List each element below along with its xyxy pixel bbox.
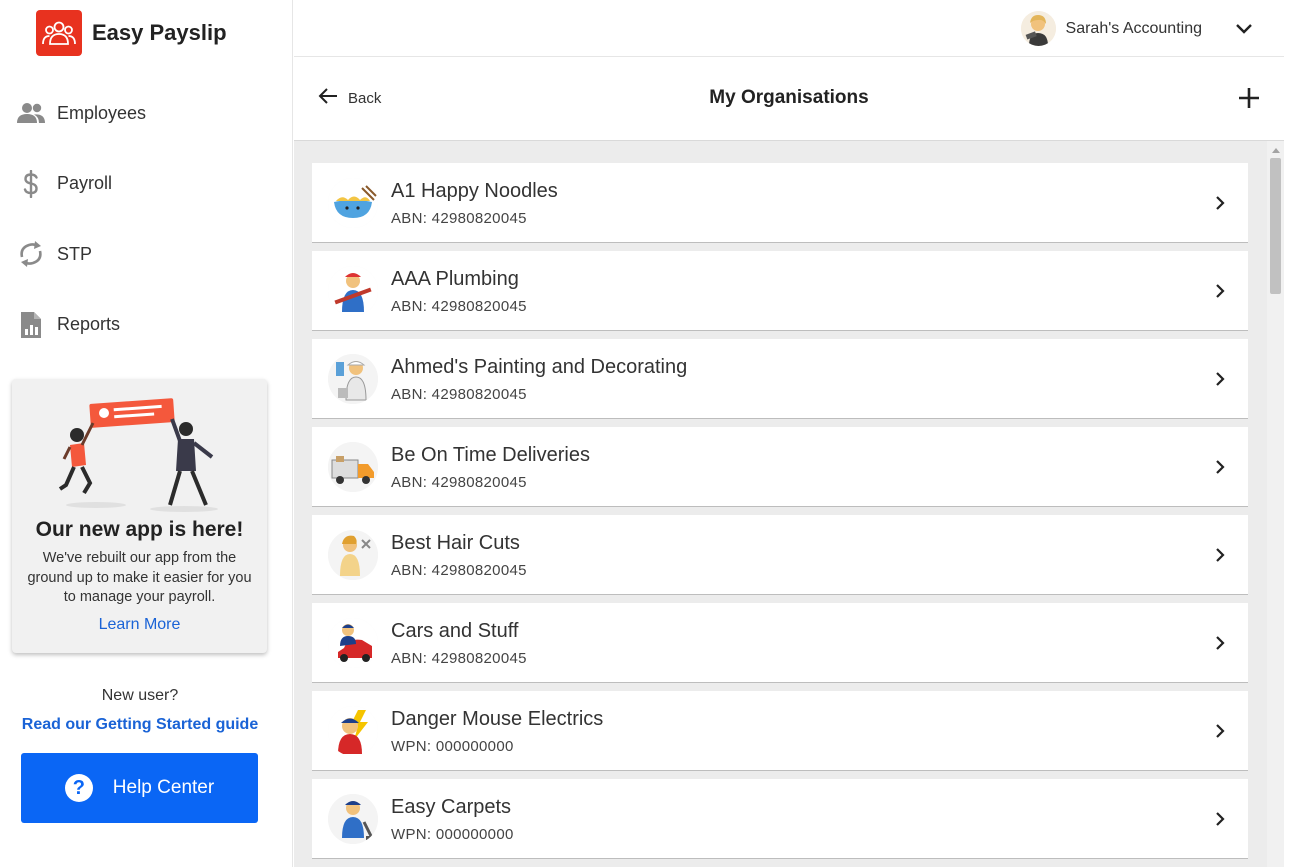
arrow-left-icon xyxy=(318,87,338,110)
organisation-id: ABN: 42980820045 xyxy=(391,562,527,579)
scroll-up-arrow-icon[interactable] xyxy=(1267,141,1284,158)
organisation-name: Best Hair Cuts xyxy=(391,532,520,554)
list-scrollbar[interactable] xyxy=(1267,141,1284,867)
question-icon: ? xyxy=(64,774,93,802)
sidebar-nav: Employees Payroll STP Reports xyxy=(0,78,293,360)
help-center-label: Help Center xyxy=(112,777,215,798)
add-organisation-button[interactable] xyxy=(1236,85,1262,111)
mechanic-icon xyxy=(328,618,378,668)
sidebar-item-reports[interactable]: Reports xyxy=(0,290,293,361)
sidebar-item-payroll[interactable]: Payroll xyxy=(0,149,293,220)
organisation-id: ABN: 42980820045 xyxy=(391,474,527,491)
sidebar-item-label: Payroll xyxy=(57,173,113,194)
report-icon xyxy=(17,311,45,339)
app-root: Easy Payslip Employees Payroll STP Repor… xyxy=(0,0,1293,867)
chevron-right-icon xyxy=(1216,636,1225,650)
help-center-button[interactable]: ? Help Center xyxy=(21,753,258,823)
organisations-list: A1 Happy Noodles ABN: 42980820045 AAA Pl… xyxy=(312,163,1248,867)
chevron-right-icon xyxy=(1216,548,1225,562)
organisation-name: Easy Carpets xyxy=(391,796,512,818)
sidebar: Easy Payslip Employees Payroll STP Repor… xyxy=(0,0,293,867)
organisation-row[interactable]: A1 Happy Noodles ABN: 42980820045 xyxy=(312,163,1248,243)
people-icon xyxy=(17,99,45,127)
organisation-id: ABN: 42980820045 xyxy=(391,386,527,403)
brand[interactable]: Easy Payslip xyxy=(36,10,227,56)
user-menu[interactable]: Sarah's Accounting xyxy=(1020,10,1254,47)
brand-name: Easy Payslip xyxy=(92,20,227,45)
organisation-row[interactable]: AAA Plumbing ABN: 42980820045 xyxy=(312,251,1248,331)
organisation-id: ABN: 42980820045 xyxy=(391,210,527,227)
promo-title: Our new app is here! xyxy=(35,518,244,541)
promo-text: We've rebuilt our app from the ground up… xyxy=(27,550,252,605)
chevron-right-icon xyxy=(1216,284,1225,298)
hairdresser-icon xyxy=(328,530,378,580)
organisation-row[interactable]: Best Hair Cuts ABN: 42980820045 xyxy=(312,515,1248,595)
organisation-row[interactable]: Danger Mouse Electrics WPN: 000000000 xyxy=(312,691,1248,771)
carpet-cleaner-icon xyxy=(328,794,378,844)
new-user-label: New user? xyxy=(101,687,179,704)
learn-more-link[interactable]: Learn More xyxy=(12,616,267,634)
organisation-row[interactable]: Be On Time Deliveries ABN: 42980820045 xyxy=(312,427,1248,507)
organisation-name: Danger Mouse Electrics xyxy=(391,708,604,730)
noodle-bowl-icon xyxy=(328,178,378,228)
organisation-row[interactable]: Ahmed's Painting and Decorating ABN: 429… xyxy=(312,339,1248,419)
avatar xyxy=(1020,11,1056,46)
sidebar-item-label: Reports xyxy=(57,314,121,335)
plumber-icon xyxy=(328,266,378,316)
chevron-right-icon xyxy=(1216,196,1225,210)
getting-started-guide-link[interactable]: Read our Getting Started guide xyxy=(0,716,280,734)
page-header: My Organisations Back xyxy=(294,57,1284,141)
organisation-name: Be On Time Deliveries xyxy=(391,444,590,466)
organisation-id: ABN: 42980820045 xyxy=(391,650,527,667)
back-label: Back xyxy=(348,90,382,107)
promo-illustration xyxy=(56,393,226,515)
dollar-icon xyxy=(17,169,45,198)
sidebar-item-label: Employees xyxy=(57,102,147,123)
organisation-id: WPN: 000000000 xyxy=(391,738,514,755)
painter-icon xyxy=(328,354,378,404)
scrollbar-thumb[interactable] xyxy=(1270,158,1281,294)
delivery-truck-icon xyxy=(328,442,378,492)
sidebar-item-employees[interactable]: Employees xyxy=(0,78,293,149)
brand-logo-icon xyxy=(36,10,82,56)
sidebar-item-label: STP xyxy=(57,243,93,264)
chevron-right-icon xyxy=(1216,372,1225,386)
chevron-right-icon xyxy=(1216,724,1225,738)
sidebar-item-stp[interactable]: STP xyxy=(0,219,293,290)
chevron-down-icon xyxy=(1234,19,1254,39)
organisation-name: Ahmed's Painting and Decorating xyxy=(391,356,688,378)
back-button[interactable]: Back xyxy=(318,87,381,110)
organisations-list-area: A1 Happy Noodles ABN: 42980820045 AAA Pl… xyxy=(294,141,1284,867)
organisation-id: WPN: 000000000 xyxy=(391,826,514,843)
chevron-right-icon xyxy=(1216,460,1225,474)
top-bar: Sarah's Accounting xyxy=(294,0,1284,57)
sync-icon xyxy=(17,240,45,268)
page-title: My Organisations xyxy=(709,87,869,108)
organisation-row[interactable]: Easy Carpets WPN: 000000000 xyxy=(312,779,1248,859)
organisation-row[interactable]: Cars and Stuff ABN: 42980820045 xyxy=(312,603,1248,683)
organisation-name: AAA Plumbing xyxy=(391,268,519,290)
electrician-icon xyxy=(328,706,378,756)
organisation-id: ABN: 42980820045 xyxy=(391,298,527,315)
organisation-name: Cars and Stuff xyxy=(391,620,519,642)
new-app-promo-card: Our new app is here! We've rebuilt our a… xyxy=(12,379,267,653)
user-name: Sarah's Accounting xyxy=(1065,19,1202,37)
chevron-right-icon xyxy=(1216,812,1225,826)
plus-icon xyxy=(1239,88,1259,108)
organisation-name: A1 Happy Noodles xyxy=(391,180,558,202)
